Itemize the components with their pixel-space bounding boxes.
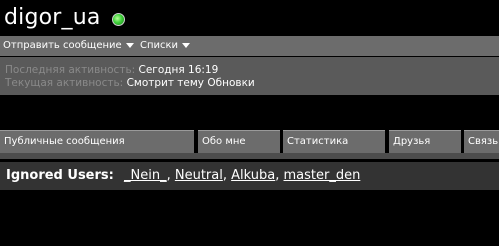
tabs-divider	[0, 153, 499, 159]
online-status-icon	[112, 13, 125, 26]
ignored-users-title: Ignored Users:	[6, 168, 114, 183]
send-message-menu[interactable]: Отправить сообщение	[3, 40, 134, 51]
send-message-label: Отправить сообщение	[3, 40, 122, 51]
activity-panel: Последняя активность: Сегодня 16:19 Теку…	[0, 57, 499, 95]
tab-public-messages[interactable]: Публичные сообщения	[0, 130, 194, 153]
ignored-user-link[interactable]: Alkuba	[231, 168, 275, 183]
current-activity-label: Текущая активность:	[5, 77, 124, 89]
list-separator: ,	[166, 168, 171, 183]
ignored-user-link[interactable]: master_den	[284, 168, 361, 183]
last-activity-value: Сегодня 16:19	[138, 64, 219, 76]
ignored-users-panel: Ignored Users: _Nein_, Neutral, Alkuba, …	[0, 162, 499, 190]
list-separator: ,	[222, 168, 227, 183]
tab-friends[interactable]: Друзья	[389, 130, 461, 153]
profile-tabs: Публичные сообщения Обо мне Статистика Д…	[0, 130, 499, 153]
profile-action-bar: Отправить сообщение Списки	[0, 36, 499, 56]
ignored-user-link[interactable]: Neutral	[175, 168, 223, 183]
chevron-down-icon	[125, 42, 134, 48]
current-activity-row: Текущая активность: Смотрит тему Обновки	[5, 77, 255, 89]
ignored-user-link[interactable]: _Nein_	[124, 168, 167, 183]
lists-label: Списки	[140, 40, 179, 51]
tab-statistics[interactable]: Статистика	[283, 130, 385, 153]
last-activity-row: Последняя активность: Сегодня 16:19	[5, 64, 218, 76]
chevron-down-icon	[182, 42, 191, 48]
current-activity-value: Смотрит тему Обновки	[126, 77, 255, 89]
last-activity-label: Последняя активность:	[5, 64, 136, 76]
lists-menu[interactable]: Списки	[140, 40, 191, 51]
ignored-users-line: Ignored Users: _Nein_, Neutral, Alkuba, …	[6, 168, 360, 183]
tab-about-me[interactable]: Обо мне	[198, 130, 280, 153]
username: digor_ua	[4, 5, 101, 30]
list-separator: ,	[275, 168, 280, 183]
tab-contact[interactable]: Связь	[464, 130, 499, 153]
profile-header: digor_ua	[0, 0, 499, 36]
